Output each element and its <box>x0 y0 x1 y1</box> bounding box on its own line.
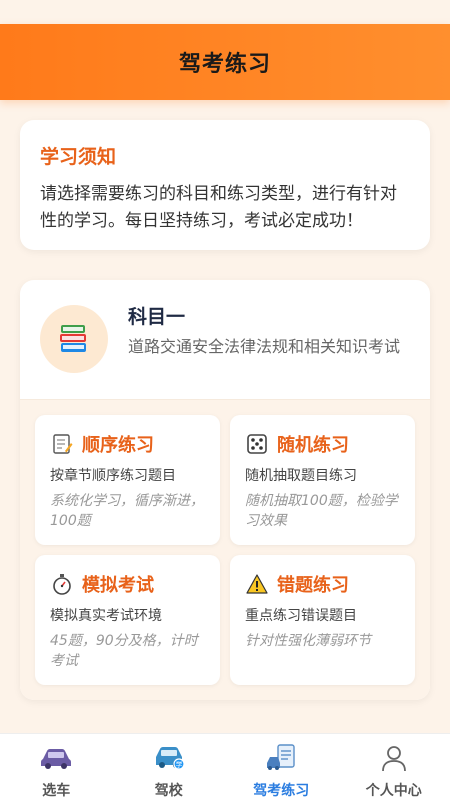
tab-label: 驾考练习 <box>253 780 309 800</box>
tab-driving-school[interactable]: 学 驾校 <box>113 734 226 801</box>
sequential-practice-card[interactable]: 顺序练习 按章节顺序练习题目 系统化学习，循序渐进，100题 <box>35 415 220 545</box>
tab-label: 驾校 <box>155 780 183 800</box>
card-desc: 模拟真实考试环境 <box>50 605 206 625</box>
card-sub: 45题，90分及格，计时考试 <box>50 631 206 671</box>
subject-name: 科目一 <box>128 302 400 329</box>
svg-text:学: 学 <box>175 760 182 769</box>
books-icon <box>40 305 108 373</box>
practice-grid: 顺序练习 按章节顺序练习题目 系统化学习，循序渐进，100题 随机练习 <box>20 400 430 700</box>
random-practice-card[interactable]: 随机练习 随机抽取题目练习 随机抽取100题，检验学习效果 <box>230 415 415 545</box>
study-notice-card: 学习须知 请选择需要练习的科目和练习类型，进行有针对性的学习。每日坚持练习，考试… <box>20 120 430 250</box>
notice-text: 请选择需要练习的科目和练习类型，进行有针对性的学习。每日坚持练习，考试必定成功！ <box>40 181 410 235</box>
stopwatch-icon <box>50 572 74 596</box>
card-title: 顺序练习 <box>82 431 154 457</box>
tab-label: 选车 <box>42 780 70 800</box>
dice-icon <box>245 432 269 456</box>
card-sub: 针对性强化薄弱环节 <box>245 631 401 651</box>
card-sub: 系统化学习，循序渐进，100题 <box>50 491 206 531</box>
status-bar <box>0 0 450 24</box>
tab-profile[interactable]: 个人中心 <box>338 734 450 801</box>
subject-header[interactable]: 科目一 道路交通安全法律法规和相关知识考试 <box>20 280 430 400</box>
car-icon <box>38 742 74 774</box>
bottom-tab-bar: 选车 学 驾校 驾考练习 <box>0 733 450 801</box>
user-icon <box>376 742 412 774</box>
card-title: 错题练习 <box>277 571 349 597</box>
card-title: 随机练习 <box>277 431 349 457</box>
warning-icon <box>245 572 269 596</box>
card-sub: 随机抽取100题，检验学习效果 <box>245 491 401 531</box>
card-desc: 随机抽取题目练习 <box>245 465 401 485</box>
card-desc: 按章节顺序练习题目 <box>50 465 206 485</box>
card-desc: 重点练习错误题目 <box>245 605 401 625</box>
tab-label: 个人中心 <box>366 780 422 800</box>
tab-driving-practice[interactable]: 驾考练习 <box>225 734 338 801</box>
page-title: 驾考练习 <box>179 46 271 78</box>
memo-icon <box>50 432 74 456</box>
practice-icon <box>263 742 299 774</box>
notice-title: 学习须知 <box>40 142 410 169</box>
app-header: 驾考练习 <box>0 24 450 100</box>
tab-select-car[interactable]: 选车 <box>0 734 113 801</box>
subject-card: 科目一 道路交通安全法律法规和相关知识考试 顺序练习 按章节顺序练习题目 系 <box>20 280 430 700</box>
subject-desc: 道路交通安全法律法规和相关知识考试 <box>128 335 400 359</box>
school-car-icon: 学 <box>151 742 187 774</box>
wrong-questions-card[interactable]: 错题练习 重点练习错误题目 针对性强化薄弱环节 <box>230 555 415 685</box>
mock-exam-card[interactable]: 模拟考试 模拟真实考试环境 45题，90分及格，计时考试 <box>35 555 220 685</box>
card-title: 模拟考试 <box>82 571 154 597</box>
